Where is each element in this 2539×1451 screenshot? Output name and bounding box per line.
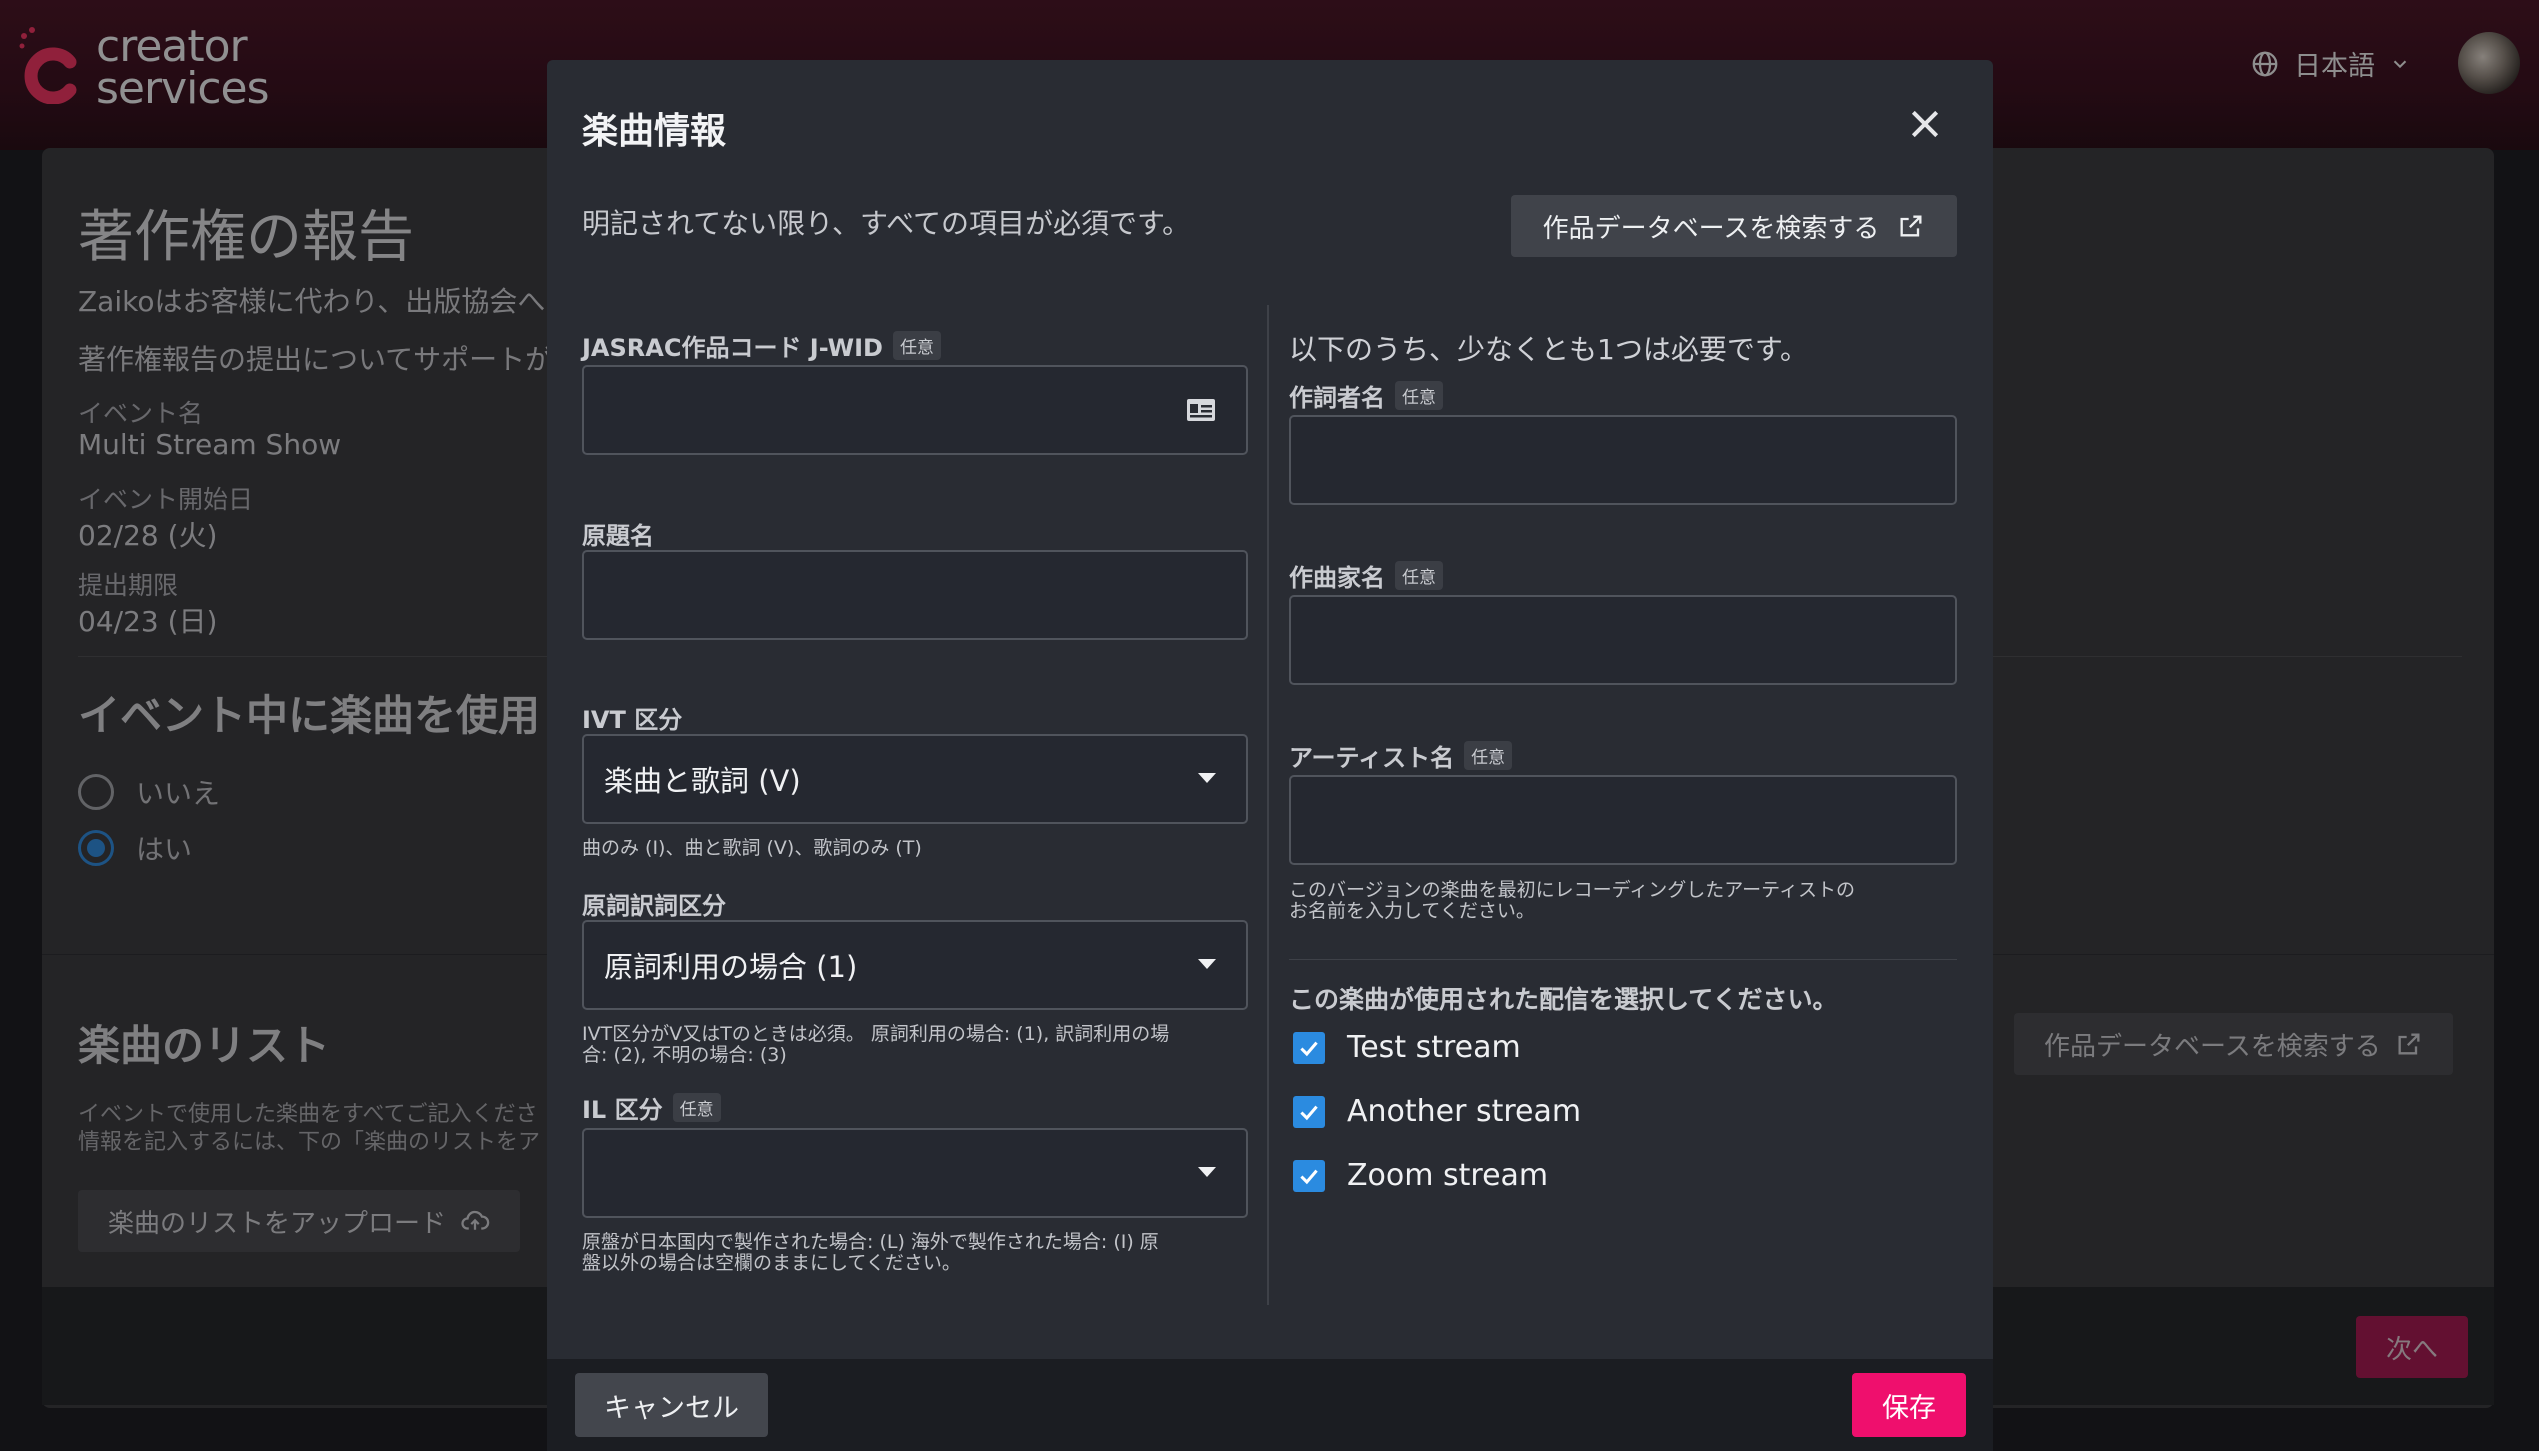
jasrac-label: JASRAC作品コード J-WID 任意 (582, 328, 941, 363)
cancel-button[interactable]: キャンセル (575, 1373, 768, 1437)
ivt-help: 曲のみ (I)、曲と歌詞 (V)、歌詞のみ (T) (582, 837, 922, 859)
close-icon[interactable] (1905, 104, 1945, 144)
checkbox-checked[interactable] (1293, 1095, 1325, 1128)
optional-badge: 任意 (892, 331, 941, 360)
translation-help: IVT区分がV又はTのときは必須。 原詞利用の場合: (1), 訳詞利用の場 合… (582, 1023, 1170, 1066)
lyricist-label-text: 作詞者名 (1289, 384, 1385, 412)
translation-label: 原詞訳詞区分 (582, 886, 726, 921)
stream-checkbox-row[interactable]: Zoom stream (1293, 1158, 1548, 1193)
ivt-label: IVT 区分 (582, 700, 682, 735)
checkmark-icon (1300, 1105, 1318, 1120)
song-info-modal: 楽曲情報 明記されてない限り、すべての項目が必須です。 作品データベースを検索す… (547, 60, 1993, 1451)
stream-label: Zoom stream (1347, 1158, 1549, 1193)
stream-checkbox-row[interactable]: Test stream (1293, 1030, 1521, 1065)
dropdown-arrow-icon (1198, 959, 1216, 969)
original-title-label-text: 原題名 (582, 522, 654, 550)
external-link-icon (1900, 215, 1922, 237)
translation-select[interactable]: 原詞利用の場合 (1) (582, 920, 1248, 1010)
jasrac-code-input[interactable] (582, 365, 1248, 455)
artist-input[interactable] (1289, 775, 1957, 865)
modal-subtitle: 明記されてない限り、すべての項目が必須です。 (582, 207, 1191, 240)
original-title-input[interactable] (582, 550, 1248, 640)
composer-input[interactable] (1289, 595, 1957, 685)
section-divider (1289, 959, 1957, 960)
stream-label: Test stream (1347, 1030, 1521, 1065)
il-help: 原盤が日本国内で製作された場合: (L) 海外で製作された場合: (I) 原 盤… (582, 1231, 1159, 1274)
lyricist-label: 作詞者名 任意 (1289, 378, 1443, 413)
composer-label-text: 作曲家名 (1289, 564, 1385, 592)
composer-label: 作曲家名 任意 (1289, 558, 1443, 593)
required-note: 以下のうち、少なくとも1つは必要です。 (1289, 333, 1809, 366)
optional-badge: 任意 (1395, 381, 1443, 410)
ivt-label-text: IVT 区分 (582, 706, 683, 734)
dropdown-arrow-icon (1198, 773, 1216, 783)
artist-label: アーティスト名 任意 (1289, 738, 1513, 773)
search-db-button[interactable]: 作品データベースを検索する (1511, 195, 1957, 257)
streams-title: この楽曲が使用された配信を選択してください。 (1289, 985, 1838, 1014)
il-label: IL 区分 任意 (582, 1090, 721, 1125)
column-divider (1267, 305, 1269, 1305)
optional-badge: 任意 (1395, 561, 1443, 590)
il-select[interactable] (582, 1128, 1248, 1218)
save-button[interactable]: 保存 (1852, 1373, 1966, 1437)
dropdown-arrow-icon (1198, 1167, 1216, 1177)
lyricist-input[interactable] (1289, 415, 1957, 505)
translation-label-text: 原詞訳詞区分 (582, 892, 726, 920)
ivt-selected-value: 楽曲と歌詞 (V) (604, 764, 801, 798)
modal-footer: キャンセル 保存 (547, 1359, 1993, 1451)
translation-selected-value: 原詞利用の場合 (1) (604, 950, 858, 984)
checkmark-icon (1300, 1041, 1318, 1056)
il-label-text: IL 区分 (582, 1096, 663, 1124)
original-title-label: 原題名 (582, 516, 654, 551)
stream-checkbox-row[interactable]: Another stream (1293, 1094, 1581, 1129)
checkmark-icon (1300, 1169, 1318, 1184)
id-card-icon[interactable] (1186, 397, 1216, 423)
artist-help: このバージョンの楽曲を最初にレコーディングしたアーティストの お名前を入力してく… (1289, 879, 1856, 922)
artist-label-text: アーティスト名 (1289, 744, 1455, 772)
checkbox-checked[interactable] (1293, 1031, 1325, 1064)
checkbox-checked[interactable] (1293, 1159, 1325, 1192)
modal-title: 楽曲情報 (582, 111, 727, 152)
optional-badge: 任意 (1464, 741, 1513, 770)
search-db-label: 作品データベースを検索する (1542, 213, 1880, 244)
ivt-select[interactable]: 楽曲と歌詞 (V) (582, 734, 1248, 824)
jasrac-label-text: JASRAC作品コード J-WID (582, 334, 883, 362)
stream-label: Another stream (1347, 1094, 1582, 1129)
optional-badge: 任意 (672, 1093, 721, 1122)
